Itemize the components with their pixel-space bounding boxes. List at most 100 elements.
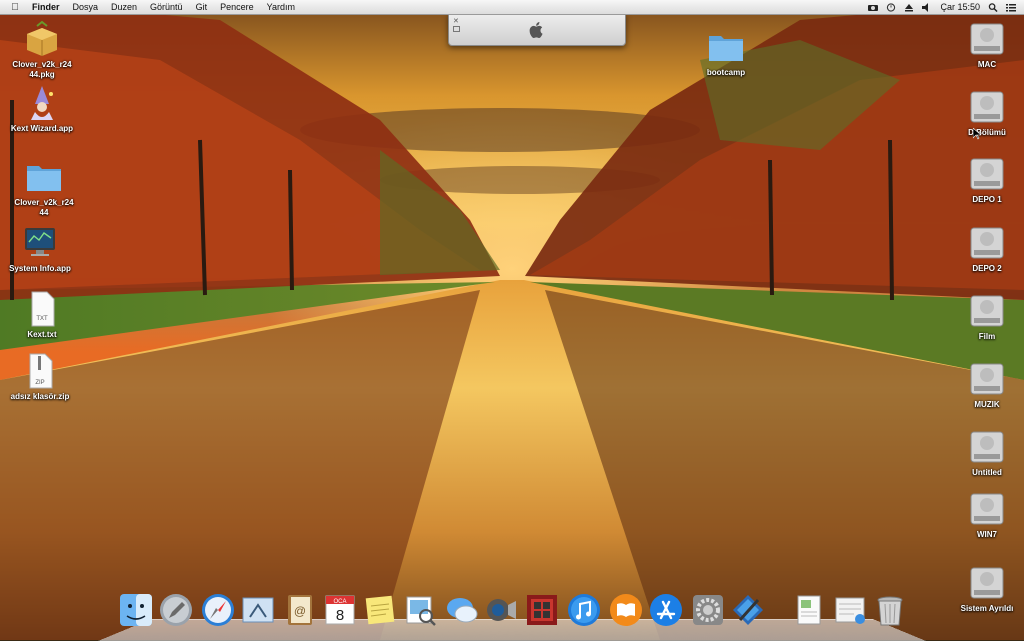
hard-drive-icon	[970, 493, 1004, 525]
desktop-icon-zip[interactable]: ZIP adsız klasör.zip	[0, 352, 80, 402]
camera-icon[interactable]	[868, 3, 879, 12]
dock-downloads[interactable]	[832, 592, 868, 628]
drive-icon-d-bolumu[interactable]: D Bölümü	[947, 88, 1024, 138]
menubar-clock[interactable]: Çar 15:50	[940, 2, 980, 12]
dock-trash[interactable]	[872, 592, 908, 628]
menu-git[interactable]: Git	[196, 2, 208, 12]
dock-preview[interactable]	[402, 592, 438, 628]
hard-drive-icon	[970, 295, 1004, 327]
dock-finder[interactable]	[118, 592, 154, 628]
desktop-icon-bootcamp[interactable]: bootcamp	[686, 28, 766, 78]
volume-icon[interactable]	[922, 2, 932, 12]
drive-icon-depo-2[interactable]: DEPO 2	[947, 224, 1024, 274]
drive-label: D Bölümü	[968, 128, 1006, 137]
svg-text:ZIP: ZIP	[35, 380, 44, 386]
dock-address-book[interactable]: @	[282, 592, 318, 628]
dock-mail[interactable]	[240, 592, 276, 628]
calendar-icon: OCA 8	[325, 595, 355, 625]
dock-calendar[interactable]: OCA 8	[322, 592, 358, 628]
eject-icon[interactable]	[904, 3, 914, 12]
desktop-icon-clover-folder[interactable]: Clover_v2k_r24 44	[4, 158, 84, 218]
minimize-icon[interactable]	[453, 26, 460, 32]
desktop-icon-label: Kext.txt	[27, 330, 57, 339]
photo-booth-icon	[527, 595, 557, 625]
menu-yardim[interactable]: Yardım	[267, 2, 295, 12]
menu-goruntu[interactable]: Görüntü	[150, 2, 183, 12]
dock-facetime[interactable]	[482, 592, 518, 628]
dock-documents[interactable]	[790, 592, 826, 628]
app-store-icon	[650, 594, 682, 626]
mouse-cursor-icon	[973, 128, 981, 140]
apple-menu-icon[interactable]: 	[8, 2, 22, 13]
drive-label: Film	[978, 332, 996, 341]
menu-duzen[interactable]: Duzen	[111, 2, 137, 12]
menu-app-name[interactable]: Finder	[32, 2, 60, 12]
desktop-icon-label: System Info.app	[9, 264, 71, 273]
trash-icon	[877, 596, 903, 626]
drive-icon-film[interactable]: Film	[947, 292, 1024, 342]
dock-messages[interactable]	[444, 592, 480, 628]
dock-safari[interactable]	[200, 592, 236, 628]
dock-app-store[interactable]	[648, 592, 684, 628]
facetime-icon	[487, 599, 516, 621]
documents-icon	[797, 595, 821, 625]
desktop-icon-system-info[interactable]: System Info.app	[0, 224, 80, 274]
drive-icon-untitled[interactable]: Untitled	[947, 428, 1024, 478]
dock-stickies[interactable]	[362, 592, 398, 628]
dock-itunes[interactable]	[566, 592, 602, 628]
menu-pencere[interactable]: Pencere	[220, 2, 254, 12]
notification-center-icon[interactable]	[1006, 3, 1016, 12]
launchpad-icon	[160, 594, 192, 626]
desktop-icon-label: adsız klasör.zip	[10, 392, 70, 401]
mail-icon	[242, 597, 274, 623]
dock-photo-booth[interactable]	[524, 592, 560, 628]
menu-bar:  Finder Dosya Duzen Görüntü Git Pencere…	[0, 0, 1024, 15]
drive-label: WIN7	[977, 530, 997, 539]
drive-label: DEPO 1	[972, 195, 1002, 204]
stickies-icon	[365, 595, 395, 625]
zip-file-icon: ZIP	[29, 353, 53, 389]
dock-system-preferences[interactable]	[690, 592, 726, 628]
drive-icon-depo-1[interactable]: DEPO 1	[947, 155, 1024, 205]
drive-label: Sistem Ayrıldı	[960, 604, 1014, 613]
package-icon	[27, 20, 57, 56]
drive-label: DEPO 2	[972, 264, 1002, 273]
wizard-icon	[31, 86, 53, 120]
hard-drive-icon	[970, 23, 1004, 55]
drive-label: MUZIK	[974, 400, 1000, 409]
desktop-icon-kext-txt[interactable]: TXT Kext.txt	[2, 290, 82, 340]
dock-launchpad[interactable]	[158, 592, 194, 628]
floating-mini-window[interactable]: ✕	[448, 14, 626, 46]
drive-label: MAC	[977, 60, 997, 69]
desktop-icon-clover-pkg[interactable]: Clover_v2k_r24 44.pkg	[2, 20, 82, 80]
drive-icon-sistem-ayrildi[interactable]: Sistem Ayrıldı	[947, 564, 1024, 614]
hard-drive-icon	[970, 91, 1004, 123]
desktop-icon-label: Clover_v2k_r24 44.pkg	[12, 60, 72, 79]
close-icon[interactable]: ✕	[453, 17, 459, 25]
desktop-icon-kext-wizard[interactable]: Kext Wizard.app	[2, 84, 82, 134]
time-machine-icon[interactable]	[886, 2, 896, 12]
drive-icon-win7[interactable]: WIN7	[947, 490, 1024, 540]
drive-icon-muzik[interactable]: MUZIK	[947, 360, 1024, 410]
address-book-icon: @	[288, 595, 312, 625]
itunes-icon	[568, 594, 600, 626]
safari-icon	[202, 594, 234, 626]
dock-xcode[interactable]	[730, 592, 766, 628]
drive-icon-mac[interactable]: MAC	[947, 20, 1024, 70]
desktop-icon-label: Clover_v2k_r24 44	[14, 198, 74, 217]
folder-icon	[27, 166, 61, 191]
folder-icon	[709, 36, 743, 61]
hard-drive-icon	[970, 567, 1004, 599]
messages-icon	[447, 598, 478, 623]
ibooks-icon	[610, 594, 642, 626]
desktop-wallpaper	[0, 0, 1024, 640]
svg-text:@: @	[294, 604, 306, 618]
desktop-icon-label: Kext Wizard.app	[10, 124, 74, 133]
hard-drive-icon	[970, 363, 1004, 395]
spotlight-icon[interactable]	[988, 2, 998, 12]
menu-dosya[interactable]: Dosya	[73, 2, 99, 12]
dock-ibooks[interactable]	[608, 592, 644, 628]
text-file-icon: TXT	[31, 291, 55, 327]
system-info-icon	[25, 228, 55, 256]
system-preferences-icon	[693, 595, 723, 625]
